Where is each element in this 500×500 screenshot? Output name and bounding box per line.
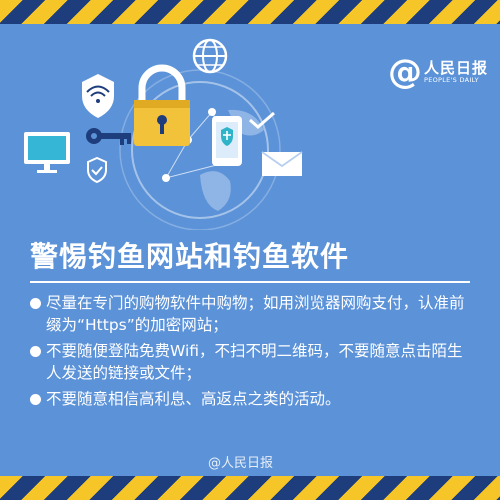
title-divider [30,281,470,283]
bullet-dot-icon [30,298,41,309]
wifi-shield-icon [82,74,114,118]
top-hazard-stripe [0,0,500,24]
list-item: 不要随意相信高利息、高返点之类的活动。 [30,388,470,410]
list-item-text: 不要随意相信高利息、高返点之类的活动。 [46,390,341,408]
list-item: 尽量在专门的购物软件中购物；如用浏览器网购支付，认准前缀为“Https”的加密网… [30,292,470,336]
page-title: 警惕钓鱼网站和钓鱼软件 [30,240,350,273]
bottom-hazard-stripe [0,476,500,500]
smartphone-icon [212,116,242,166]
shield-check-icon [87,156,107,184]
logo-text: 人民日报 PEOPLE'S DAILY [424,60,488,84]
monitor-icon [24,132,70,173]
poster: @ 人民日报 PEOPLE'S DAILY 警惕钓鱼网站和钓鱼软件 尽量在专门的… [0,0,500,500]
at-sign-logo-mark: @ [388,52,422,92]
brand-name: 人民日报 [424,59,489,77]
globe-icon [192,38,228,74]
list-item-text: 尽量在专门的购物软件中购物；如用浏览器网购支付，认准前缀为“Https”的加密网… [46,294,465,334]
watermark: @人民日报 [208,456,274,471]
brand-subtitle: PEOPLE'S DAILY [424,76,479,84]
tips-list: 尽量在专门的购物软件中购物；如用浏览器网购支付，认准前缀为“Https”的加密网… [30,292,470,414]
key-icon [86,128,131,145]
list-item: 不要随便登陆免费Wifi，不扫不明二维码，不要随意点击陌生人发送的链接或文件； [30,340,470,384]
envelope-icon [261,151,303,176]
people-daily-logo: @ 人民日报 PEOPLE'S DAILY [388,55,488,89]
list-item-text: 不要随便登陆免费Wifi，不扫不明二维码，不要随意点击陌生人发送的链接或文件； [46,342,463,382]
bullet-dot-icon [30,394,41,405]
bullet-dot-icon [30,346,41,357]
